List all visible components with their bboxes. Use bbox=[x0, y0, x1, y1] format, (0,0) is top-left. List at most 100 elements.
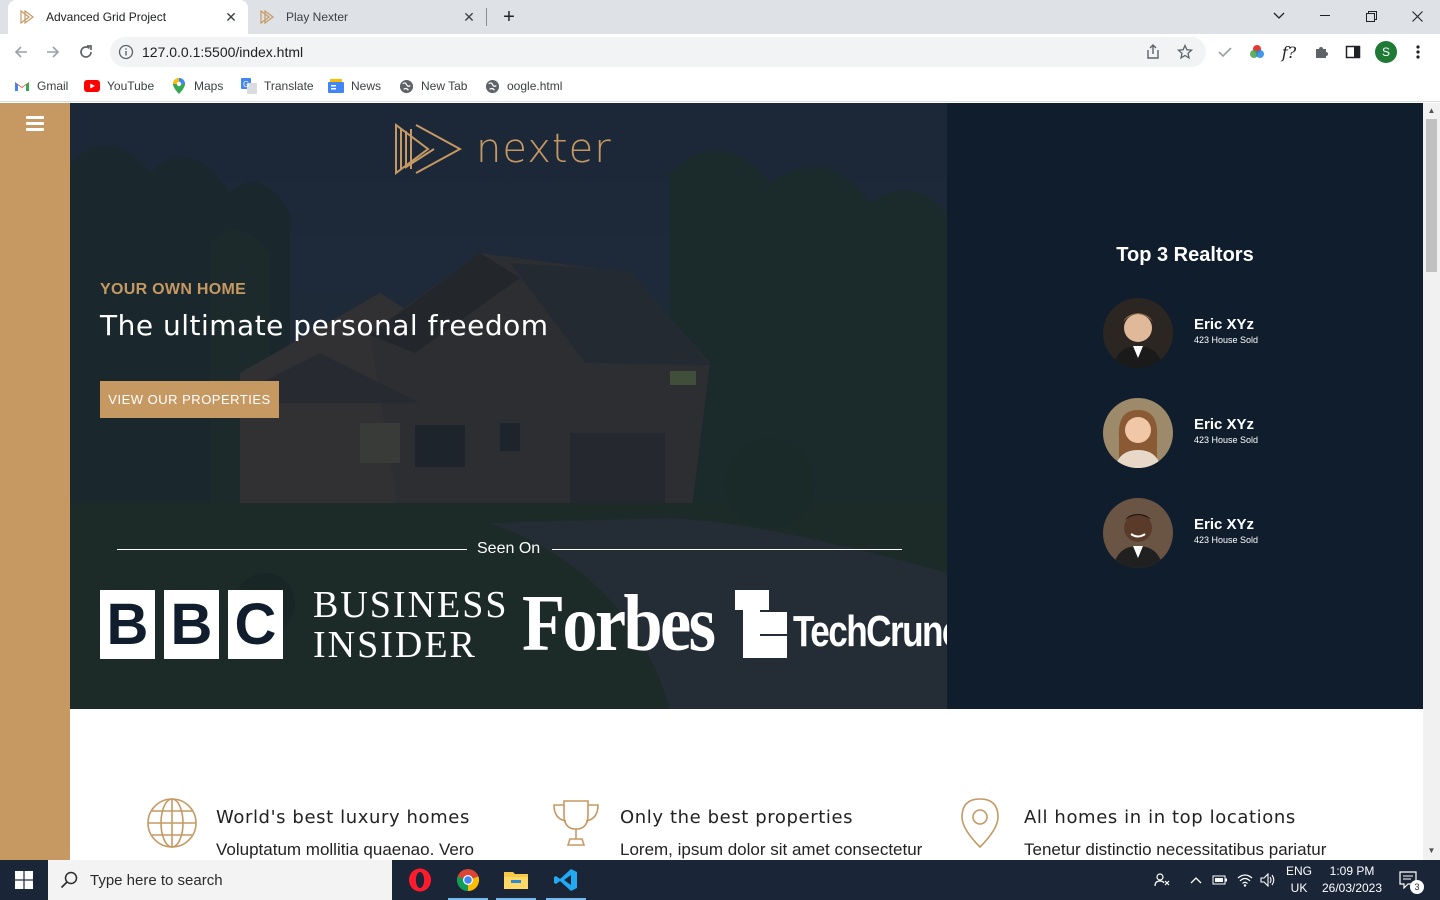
scroll-down-arrow-icon[interactable]: ▼ bbox=[1427, 846, 1436, 855]
realtor-avatar bbox=[1103, 398, 1173, 468]
tab-search-chevron-icon[interactable] bbox=[1256, 0, 1302, 32]
scroll-up-arrow-icon[interactable]: ▲ bbox=[1427, 106, 1436, 115]
bookmark-star-icon[interactable] bbox=[1172, 39, 1198, 65]
people-icon[interactable] bbox=[1150, 860, 1174, 900]
hamburger-menu-icon[interactable] bbox=[26, 116, 44, 132]
back-arrow-icon[interactable] bbox=[8, 39, 34, 65]
minimize-button[interactable] bbox=[1302, 0, 1348, 32]
windows-logo-icon bbox=[15, 871, 33, 889]
bookmark-label: Gmail bbox=[37, 79, 69, 93]
keyboard-layout: UK bbox=[1290, 881, 1308, 895]
volume-icon[interactable] bbox=[1258, 860, 1278, 900]
clock-date: 26/03/2023 bbox=[1321, 881, 1383, 895]
side-panel-icon[interactable] bbox=[1340, 39, 1366, 65]
nexter-favicon-icon bbox=[20, 10, 34, 24]
color-picker-extension-icon[interactable] bbox=[1244, 39, 1270, 65]
realtors-panel: Top 3 Realtors Eric XYz 423 House Sold E… bbox=[947, 103, 1423, 709]
close-tab-icon[interactable]: ✕ bbox=[460, 8, 478, 26]
google-news-icon bbox=[328, 78, 344, 94]
notification-count-badge: 3 bbox=[1410, 880, 1424, 894]
notification-center-icon[interactable]: 3 bbox=[1394, 860, 1424, 900]
logo-text: nexter bbox=[476, 126, 612, 172]
bookmark-maps[interactable]: Maps bbox=[171, 76, 223, 96]
address-bar[interactable]: 127.0.0.1:5500/index.html bbox=[110, 37, 1206, 67]
windows-start-button[interactable] bbox=[0, 860, 48, 900]
wifi-icon[interactable] bbox=[1234, 860, 1256, 900]
realtor-card[interactable]: Eric XYz 423 House Sold bbox=[1103, 298, 1363, 368]
share-icon[interactable] bbox=[1140, 39, 1166, 65]
search-placeholder: Type here to search bbox=[90, 871, 223, 889]
realtor-card[interactable]: Eric XYz 423 House Sold bbox=[1103, 398, 1363, 468]
trophy-icon bbox=[553, 800, 599, 846]
seen-on-divider-right bbox=[552, 549, 902, 550]
restore-button[interactable] bbox=[1348, 0, 1394, 32]
search-icon bbox=[60, 871, 78, 889]
feature-text: Voluptatum mollitia quaenao. Vero bbox=[216, 840, 475, 859]
tab-play-nexter[interactable]: Play Nexter ✕ bbox=[248, 0, 486, 34]
extensions-puzzle-icon[interactable] bbox=[1308, 39, 1334, 65]
nexter-logo-icon bbox=[395, 123, 462, 175]
reload-icon[interactable] bbox=[73, 39, 99, 65]
bookmark-label: Translate bbox=[264, 79, 314, 93]
business-insider-line1: BUSINESS bbox=[313, 584, 509, 626]
feature-text: Tenetur distinctio necessitatibus pariat… bbox=[1024, 840, 1327, 859]
browser-tab-strip: Advanced Grid Project ✕ Play Nexter ✕ + bbox=[0, 0, 1440, 34]
font-finder-extension-icon[interactable]: f? bbox=[1276, 39, 1302, 65]
business-insider-logo: BUSINESS INSIDER bbox=[313, 585, 509, 665]
more-menu-icon[interactable] bbox=[1405, 39, 1431, 65]
browser-toolbar: 127.0.0.1:5500/index.html f? S bbox=[0, 34, 1440, 70]
bookmark-oogle[interactable]: oogle.html bbox=[484, 76, 562, 96]
feature-title: All homes in in top locations bbox=[1024, 807, 1296, 828]
show-hidden-icons-chevron-icon[interactable] bbox=[1186, 860, 1206, 900]
scrollbar-thumb[interactable] bbox=[1426, 119, 1437, 272]
file-explorer-app-icon[interactable] bbox=[492, 860, 540, 900]
nexter-favicon-icon bbox=[260, 10, 274, 24]
youtube-icon bbox=[84, 78, 100, 94]
close-window-button[interactable] bbox=[1394, 0, 1440, 32]
sidebar bbox=[0, 103, 70, 860]
feature-title: World's best luxury homes bbox=[216, 807, 470, 828]
vscode-app-icon[interactable] bbox=[542, 860, 590, 900]
chrome-app-icon[interactable] bbox=[444, 860, 492, 900]
bbc-logo: B B C bbox=[100, 590, 283, 659]
bookmark-news[interactable]: News bbox=[328, 76, 381, 96]
tab-advanced-grid-project[interactable]: Advanced Grid Project ✕ bbox=[8, 0, 248, 34]
seen-on-label: Seen On bbox=[477, 540, 541, 557]
bookmark-gmail[interactable]: Gmail bbox=[14, 76, 68, 96]
close-tab-icon[interactable]: ✕ bbox=[222, 8, 240, 26]
hero-eyebrow: YOUR OWN HOME bbox=[100, 281, 247, 298]
bookmark-new-tab[interactable]: New Tab bbox=[398, 76, 467, 96]
realtor-card[interactable]: Eric XYz 423 House Sold bbox=[1103, 498, 1363, 568]
gmail-icon bbox=[14, 78, 30, 94]
checkmark-extension-icon[interactable] bbox=[1212, 39, 1238, 65]
opera-app-icon[interactable] bbox=[396, 860, 444, 900]
input-language-indicator[interactable]: ENG UK bbox=[1284, 863, 1314, 897]
site-info-icon[interactable] bbox=[118, 44, 134, 60]
new-tab-button[interactable]: + bbox=[498, 6, 520, 28]
bookmark-translate[interactable]: G Translate bbox=[241, 76, 314, 96]
bookmarks-bar: Gmail YouTube Maps G Translate News New … bbox=[0, 70, 1440, 102]
bookmark-youtube[interactable]: YouTube bbox=[84, 76, 154, 96]
battery-icon[interactable] bbox=[1210, 860, 1230, 900]
maps-pin-icon bbox=[171, 78, 187, 94]
system-clock[interactable]: 1:09 PM 26/03/2023 bbox=[1316, 863, 1388, 897]
profile-avatar[interactable]: S bbox=[1373, 39, 1399, 65]
realtors-heading: Top 3 Realtors bbox=[1116, 244, 1254, 266]
bbc-letter: B bbox=[164, 590, 219, 659]
bookmark-label: News bbox=[351, 79, 382, 93]
bookmark-label: Maps bbox=[194, 79, 224, 93]
nexter-logo[interactable]: nexter bbox=[394, 121, 624, 177]
bbc-letter: B bbox=[100, 590, 155, 659]
forward-arrow-icon[interactable] bbox=[40, 39, 66, 65]
page-scrollbar[interactable]: ▲ ▼ bbox=[1423, 103, 1440, 860]
tab-title: Play Nexter bbox=[286, 10, 349, 24]
svg-text:G: G bbox=[243, 80, 249, 89]
hero-section: nexter YOUR OWN HOME The ultimate person… bbox=[70, 103, 947, 709]
realtor-name: Eric XYz bbox=[1194, 416, 1255, 433]
realtor-houses-sold: 423 House Sold bbox=[1194, 535, 1259, 545]
view-properties-button[interactable]: VIEW OUR PROPERTIES bbox=[100, 381, 279, 418]
bookmark-label: New Tab bbox=[421, 79, 468, 93]
globe-icon bbox=[398, 78, 414, 94]
url-text: 127.0.0.1:5500/index.html bbox=[142, 44, 304, 60]
taskbar-search-box[interactable]: Type here to search bbox=[48, 860, 392, 900]
